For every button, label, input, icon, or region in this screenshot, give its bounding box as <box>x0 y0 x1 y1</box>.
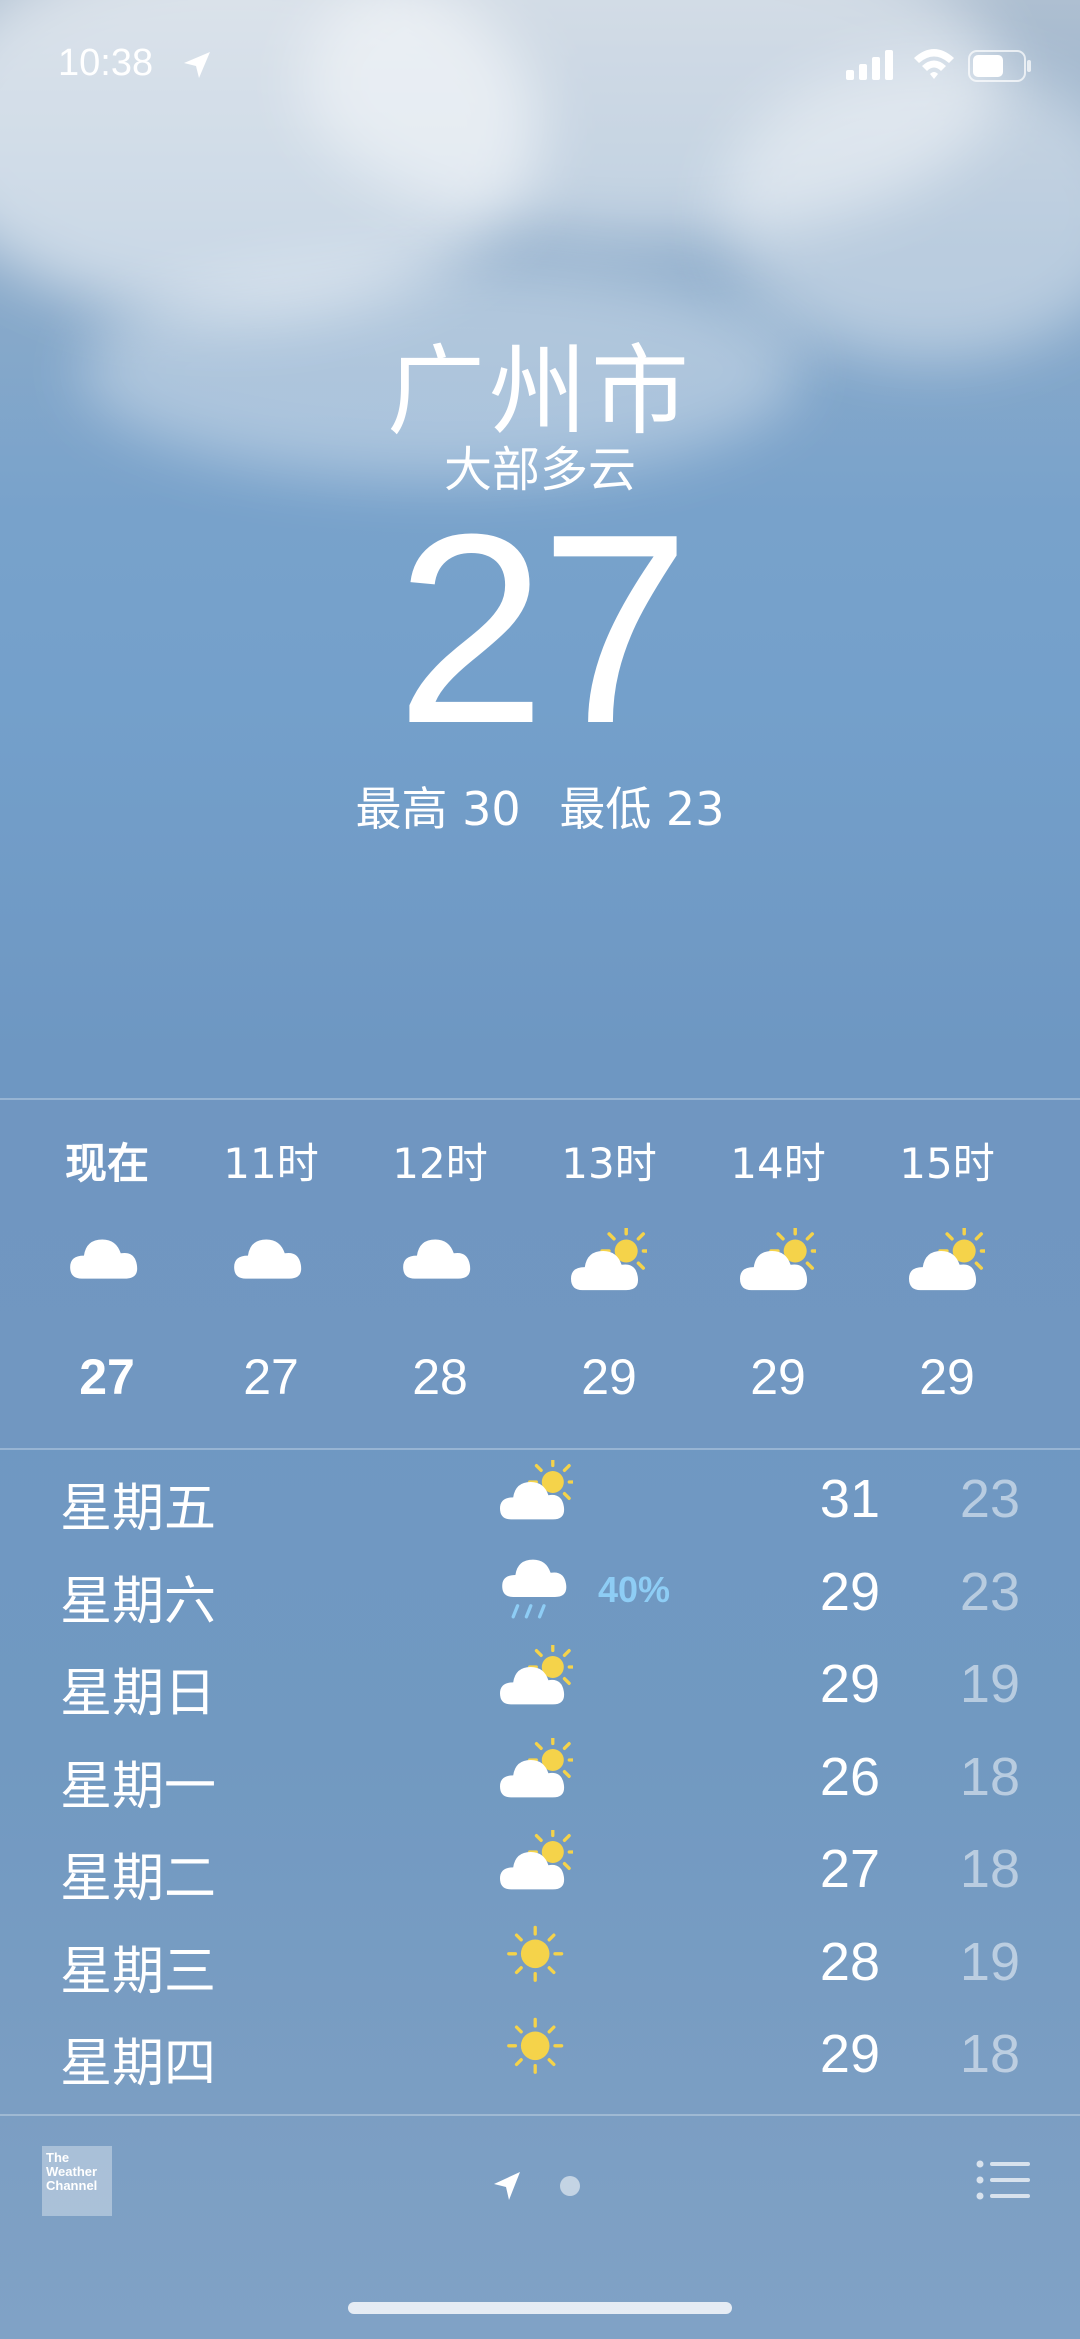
day-icon-wrap <box>500 1457 590 1532</box>
day-high: 31 <box>819 1469 880 1529</box>
day-low: 23 <box>959 1469 1020 1529</box>
day-name: 星期四 <box>60 2034 217 2094</box>
page-dot <box>560 2176 580 2196</box>
hour-label: 15时 <box>899 1139 995 1188</box>
battery-icon <box>968 50 1031 82</box>
partly-sunny-icon <box>500 1642 578 1705</box>
hourly-bottom-divider <box>0 1448 1080 1450</box>
partly-sunny-icon <box>500 1827 578 1890</box>
hour-icon-wrap <box>862 1225 1032 1308</box>
hourly-forecast-strip[interactable]: 现在 27 11时 27 12时 28 13时 29 14时 29 15时 29 <box>0 1100 1080 1448</box>
today-high: 最高 30 <box>355 782 521 836</box>
rain-icon <box>502 1559 567 1618</box>
day-icon-wrap <box>500 1734 590 1810</box>
day-high: 27 <box>819 1839 880 1899</box>
hour-temp: 27 <box>243 1349 299 1405</box>
day-low: 19 <box>959 1931 1020 1992</box>
day-high: 26 <box>819 1746 880 1807</box>
hour-temp: 27 <box>79 1349 135 1405</box>
hour-label: 14时 <box>730 1139 826 1188</box>
day-high: 29 <box>819 2024 880 2084</box>
sun-icon <box>507 1925 564 1982</box>
day-low: 18 <box>959 2024 1020 2084</box>
precip-chance: 40% <box>598 1568 671 1610</box>
day-icon-wrap <box>500 1553 590 1625</box>
location-arrow-icon <box>184 52 210 78</box>
weather-channel-logo[interactable]: The Weather Channel <box>42 2146 112 2216</box>
day-low: 23 <box>959 1561 1020 1622</box>
wifi-icon <box>914 49 954 79</box>
status-time: 10:38 <box>58 42 154 84</box>
day-name: 星期二 <box>60 1849 217 1909</box>
high-low-summary: 最高 30 最低 23 <box>0 773 1080 839</box>
hour-label: 11时 <box>223 1139 319 1188</box>
partly-sunny-icon <box>500 1734 578 1797</box>
daily-row: 星期五 31 23 <box>0 1452 1080 1544</box>
current-temperature: 27 <box>395 479 690 780</box>
hour-icon-wrap <box>22 1228 192 1308</box>
hour-label: 现在 <box>64 1139 149 1188</box>
hour-temp: 29 <box>919 1349 975 1405</box>
day-name: 星期五 <box>60 1479 217 1539</box>
day-name: 星期三 <box>60 1941 217 2002</box>
day-icon-wrap <box>500 1923 590 1995</box>
daily-row: 星期一 26 18 <box>0 1730 1080 1822</box>
home-indicator[interactable] <box>348 2302 732 2314</box>
day-high: 28 <box>819 1931 880 1992</box>
hour-temp: 28 <box>412 1349 468 1405</box>
hour-icon-wrap <box>524 1225 694 1308</box>
hour-label: 13时 <box>561 1139 657 1188</box>
day-low: 19 <box>959 1654 1020 1714</box>
hour-label: 12时 <box>392 1139 488 1188</box>
hour-icon-wrap <box>693 1225 863 1308</box>
partly-sunny-icon <box>740 1225 822 1291</box>
cloud-icon <box>234 1239 302 1279</box>
daily-row: 星期二 27 18 <box>0 1822 1080 1914</box>
hour-icon-wrap <box>186 1228 356 1308</box>
day-icon-wrap <box>500 1827 590 1902</box>
partly-sunny-icon <box>500 1457 578 1520</box>
daily-row: 星期三 28 19 <box>0 1915 1080 2007</box>
daily-row: 星期六 40% 29 23 <box>0 1545 1080 1637</box>
cellular-signal-icon <box>846 50 893 80</box>
sun-icon <box>507 2017 564 2074</box>
day-low: 18 <box>959 1746 1020 1807</box>
page-indicator[interactable] <box>490 2166 590 2216</box>
day-high: 29 <box>819 1561 880 1622</box>
location-page-icon <box>494 2172 520 2200</box>
hour-temp: 29 <box>581 1349 637 1405</box>
daily-row: 星期日 29 19 <box>0 1637 1080 1729</box>
daily-row: 星期四 29 18 <box>0 2007 1080 2099</box>
day-icon-wrap <box>500 2015 590 2087</box>
partly-sunny-icon <box>571 1225 653 1291</box>
hour-temp: 29 <box>750 1349 806 1405</box>
city-list-icon[interactable] <box>976 2158 1032 2202</box>
day-name: 星期六 <box>60 1571 217 1632</box>
cloud-icon <box>403 1239 471 1279</box>
cloud-icon <box>70 1239 138 1279</box>
day-name: 星期一 <box>60 1756 217 1817</box>
day-icon-wrap <box>500 1642 590 1717</box>
partly-sunny-icon <box>909 1225 991 1291</box>
day-name: 星期日 <box>60 1664 217 1724</box>
today-low: 最低 23 <box>559 782 725 836</box>
hour-icon-wrap <box>355 1228 525 1308</box>
day-low: 18 <box>959 1839 1020 1899</box>
status-bar: 10:38 <box>0 0 1080 130</box>
day-high: 29 <box>819 1654 880 1714</box>
